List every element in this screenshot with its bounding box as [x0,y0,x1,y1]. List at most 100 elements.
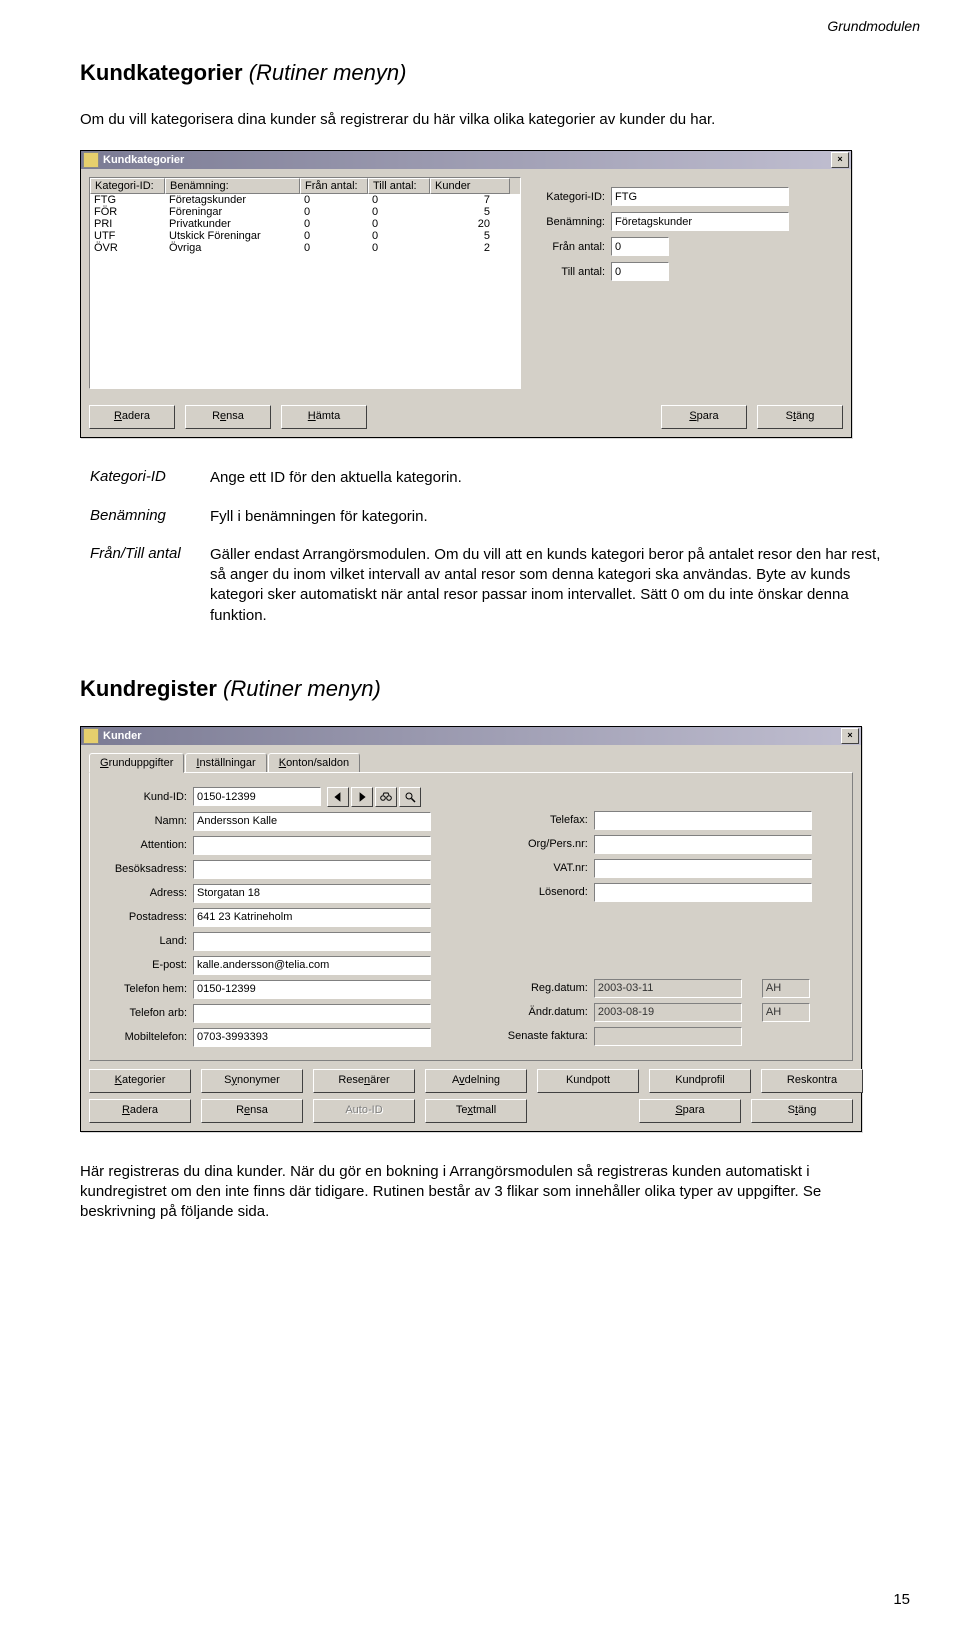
close-icon[interactable]: × [841,728,859,744]
stang-button-ku[interactable]: Stäng [751,1099,853,1123]
label-andrdat: Ändr.datum: [503,1006,588,1018]
titlebar-kunder: Kunder × [81,727,861,745]
close-icon[interactable]: × [831,152,849,168]
kundkategorier-window: Kundkategorier × Kategori-ID: Benämning:… [80,150,852,438]
def-desc-fran-till: Gäller endast Arrangörsmodulen. Om du vi… [210,545,890,626]
input-benamning[interactable] [611,212,789,231]
input-regdat [594,979,742,998]
label-attention: Attention: [102,839,187,851]
input-vat[interactable] [594,859,812,878]
label-orgpers: Org/Pers.nr: [503,838,588,850]
section1-paren: (Rutiner menyn) [249,60,407,85]
synonymer-button[interactable]: Synonymer [201,1069,303,1093]
table-row[interactable]: FÖRFöreningar005 [90,206,520,218]
rensa-button-ku[interactable]: Rensa [201,1099,303,1123]
section1-title: Kundkategorier [80,60,243,85]
input-telhem[interactable] [193,980,431,999]
nav-prev-icon[interactable] [327,787,349,807]
input-andrdat [594,1003,742,1022]
col-benamning[interactable]: Benämning: [165,178,300,194]
kategorier-button[interactable]: Kategorier [89,1069,191,1093]
nav-next-icon[interactable] [351,787,373,807]
tab-grunduppgifter[interactable]: Grunduppgifter [89,753,184,773]
input-orgpers[interactable] [594,835,812,854]
label-adress: Adress: [102,887,187,899]
input-namn[interactable] [193,812,431,831]
window-title: Kundkategorier [103,154,829,166]
autoid-button: Auto-ID [313,1099,415,1123]
label-besok: Besöksadress: [102,863,187,875]
app-icon [83,152,99,168]
app-icon [83,728,99,744]
kundpott-button[interactable]: Kundpott [537,1069,639,1093]
table-row[interactable]: PRIPrivatkunder0020 [90,218,520,230]
table-row[interactable]: UTFUtskick Föreningar005 [90,230,520,242]
label-telarb: Telefon arb: [102,1007,187,1019]
label-till-antal: Till antal: [535,266,605,278]
input-senfakt [594,1027,742,1046]
input-telefax[interactable] [594,811,812,830]
reskontra-button[interactable]: Reskontra [761,1069,863,1093]
avdelning-button[interactable]: Avdelning [425,1069,527,1093]
category-table[interactable]: Kategori-ID: Benämning: Från antal: Till… [89,177,521,389]
nav-binoculars-icon[interactable] [375,787,397,807]
outro-text: Här registreras du dina kunder. När du g… [80,1162,890,1223]
label-mobil: Mobiltelefon: [102,1031,187,1043]
input-post[interactable] [193,908,431,927]
rensa-button[interactable]: Rensa [185,405,271,429]
label-land: Land: [102,935,187,947]
stang-button[interactable]: Stäng [757,405,843,429]
input-attention[interactable] [193,836,431,855]
def-desc-benamning: Fyll i benämningen för kategorin. [210,507,890,527]
col-fran-antal[interactable]: Från antal: [300,178,368,194]
input-kund-id[interactable] [193,787,321,806]
definitions-table: Kategori-ID Ange ett ID för den aktuella… [90,468,890,626]
radera-button[interactable]: RRaderaadera [89,405,175,429]
col-kunder[interactable]: Kunder [430,178,510,194]
input-kategori-id[interactable] [611,187,789,206]
input-andrby [762,1003,810,1022]
input-mobil[interactable] [193,1028,431,1047]
tab-installningar[interactable]: Inställningar [185,753,266,772]
label-fran-antal: Från antal: [535,241,605,253]
textmall-button[interactable]: Textmall [425,1099,527,1123]
category-form: Kategori-ID: Benämning: Från antal: Till… [529,177,843,389]
input-telarb[interactable] [193,1004,431,1023]
def-term-kategori-id: Kategori-ID [90,468,210,488]
header-module: Grundmodulen [827,18,920,34]
input-till-antal[interactable] [611,262,669,281]
radera-button-ku[interactable]: Radera [89,1099,191,1123]
hamta-button[interactable]: Hämta [281,405,367,429]
table-row[interactable]: FTGFöretagskunder007 [90,194,520,206]
col-kategori-id[interactable]: Kategori-ID: [90,178,165,194]
tab-panel-grunduppgifter: Kund-ID: Namn: Attention: Besöksadress [89,772,853,1061]
input-adress[interactable] [193,884,431,903]
col-till-antal[interactable]: Till antal: [368,178,430,194]
label-benamning: Benämning: [535,216,605,228]
input-fran-antal[interactable] [611,237,669,256]
label-regdat: Reg.datum: [503,982,588,994]
section2-title: Kundregister [80,676,217,701]
tab-konton-saldon[interactable]: Konton/saldon [268,753,360,772]
kundprofil-button[interactable]: Kundprofil [649,1069,751,1093]
label-kund-id: Kund-ID: [102,791,187,803]
input-regby [762,979,810,998]
section1-heading: Kundkategorier (Rutiner menyn) [80,60,890,86]
section1-intro: Om du vill kategorisera dina kunder så r… [80,110,890,130]
resenarer-button[interactable]: Resenärer [313,1069,415,1093]
table-row[interactable]: ÖVRÖvriga002 [90,242,520,254]
section2-paren: (Rutiner menyn) [223,676,381,701]
nav-search-icon[interactable] [399,787,421,807]
tabs: Grunduppgifter Inställningar Konton/sald… [89,753,857,772]
input-losen[interactable] [594,883,812,902]
def-term-benamning: Benämning [90,507,210,527]
spara-button[interactable]: Spara [661,405,747,429]
spara-button-ku[interactable]: Spara [639,1099,741,1123]
input-besok[interactable] [193,860,431,879]
label-senfakt: Senaste faktura: [503,1030,588,1042]
input-land[interactable] [193,932,431,951]
input-epost[interactable] [193,956,431,975]
page-number: 15 [893,1591,910,1608]
section2-heading: Kundregister (Rutiner menyn) [80,676,890,702]
label-post: Postadress: [102,911,187,923]
